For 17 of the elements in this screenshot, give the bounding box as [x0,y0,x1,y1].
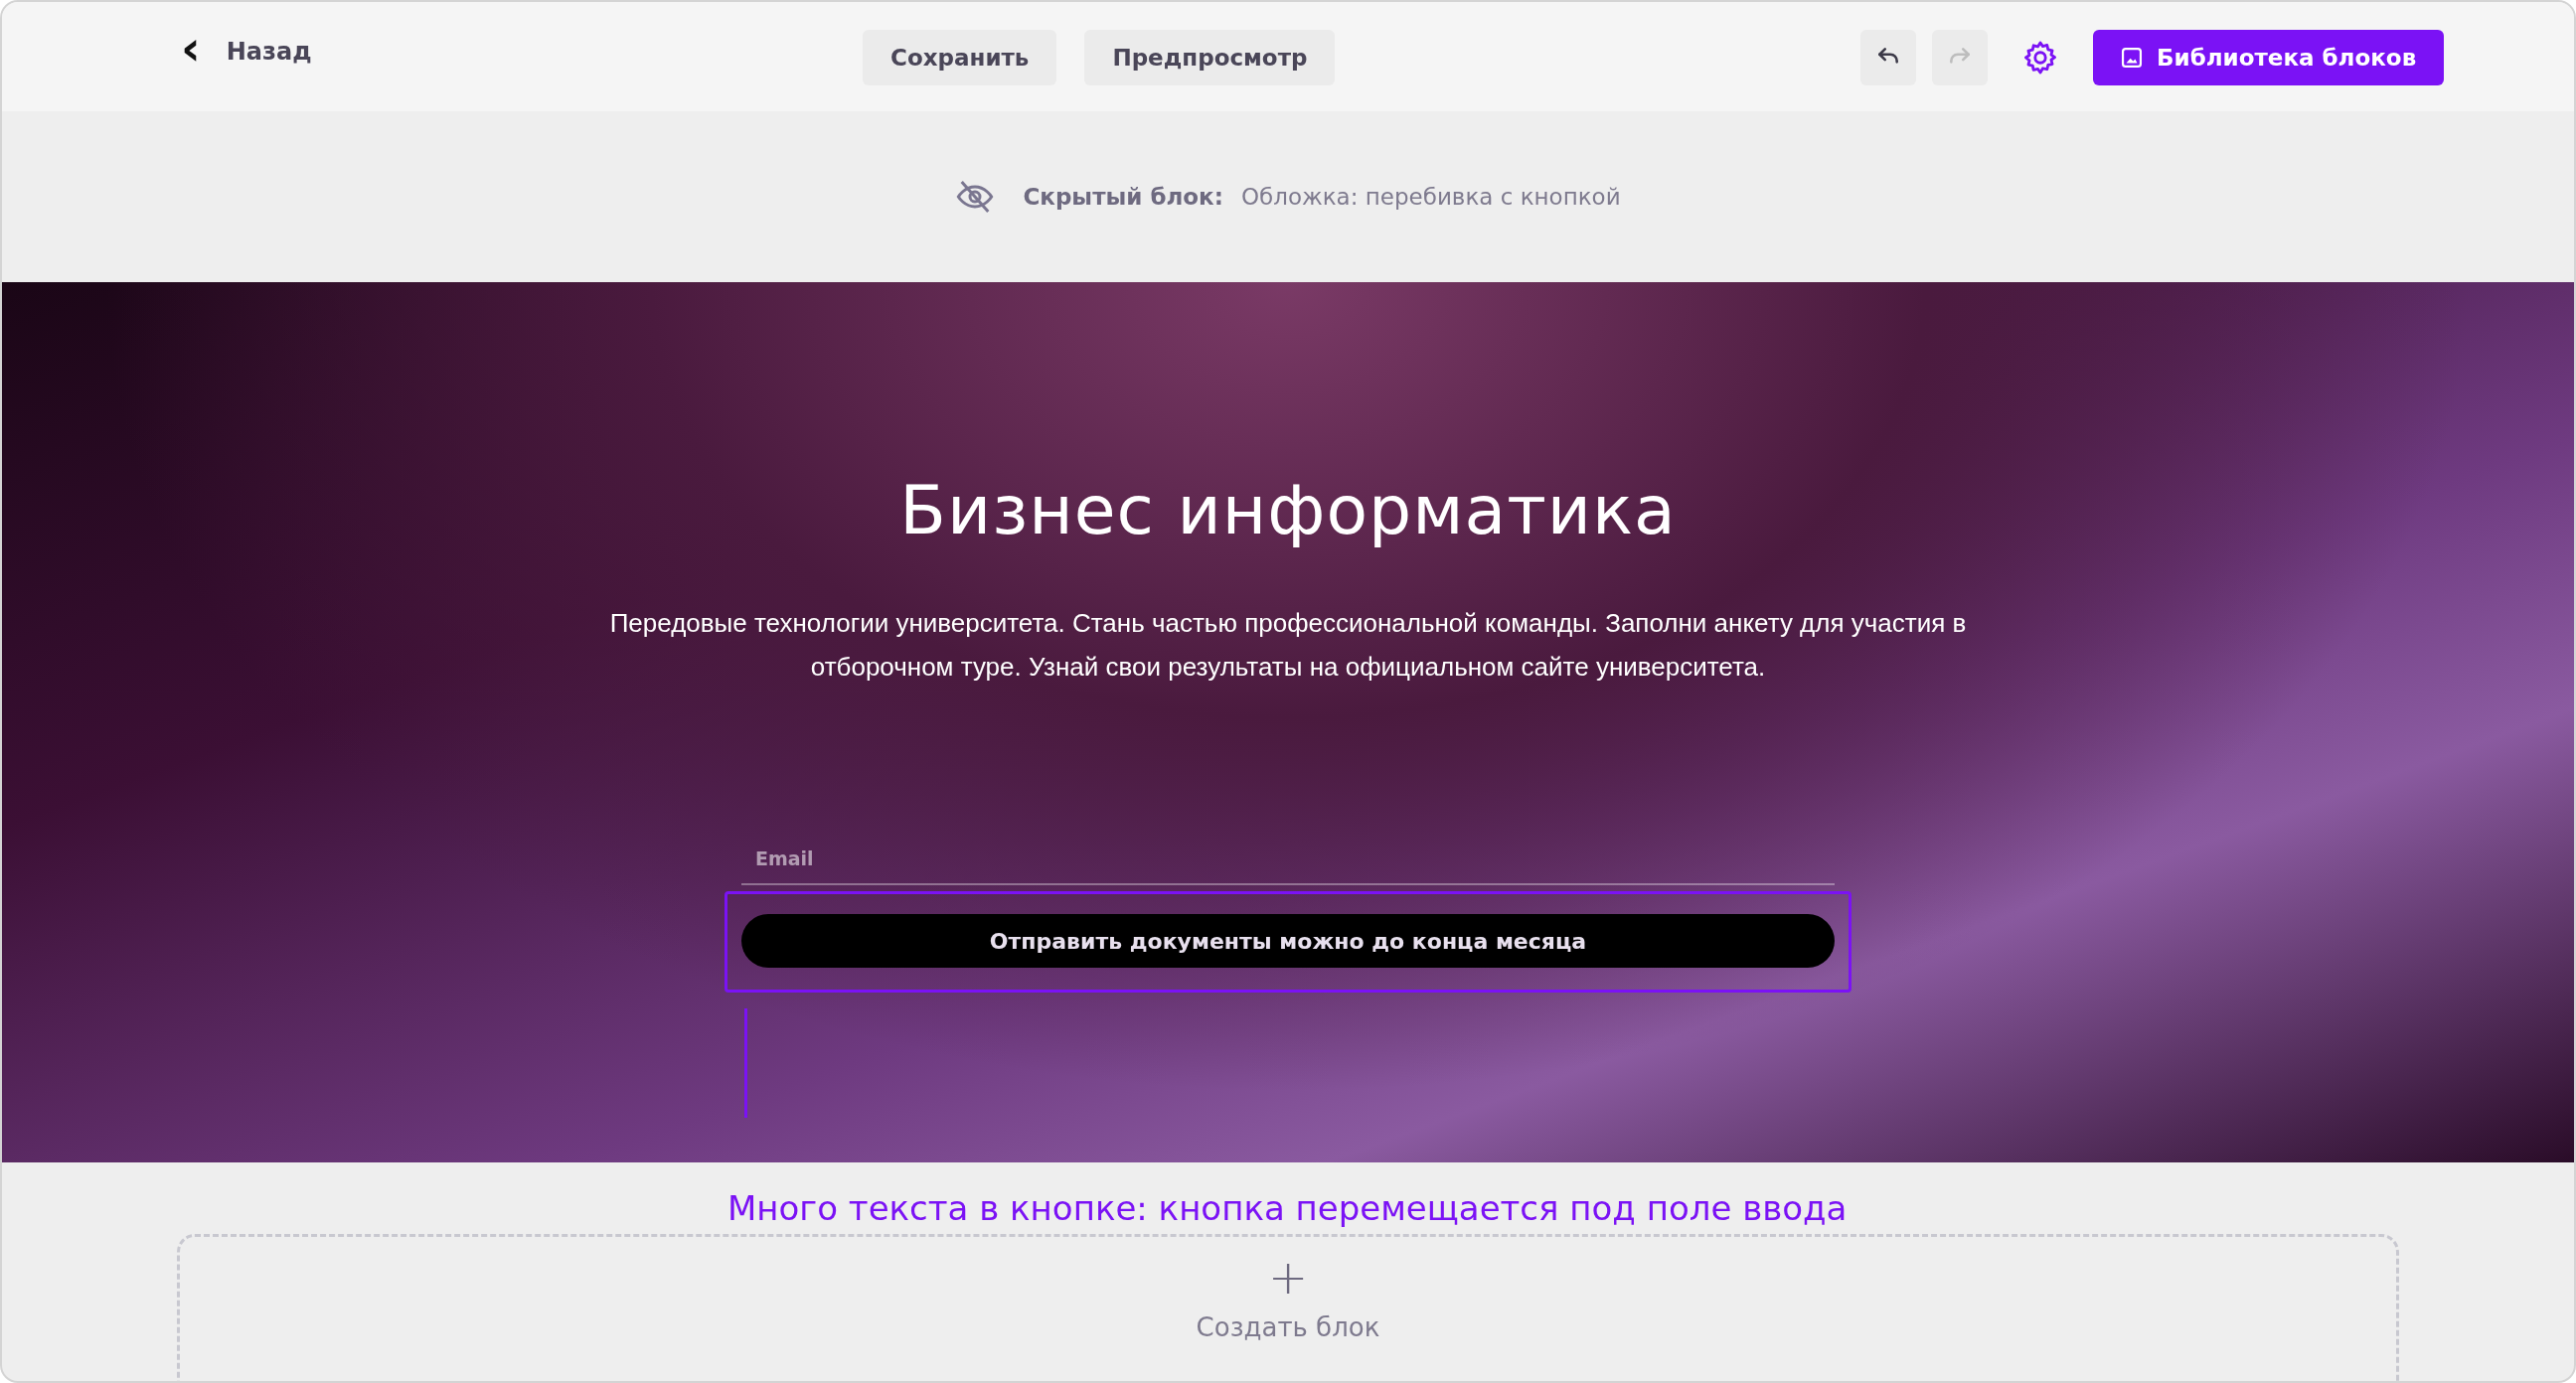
hidden-block-label: Скрытый блок: [1023,184,1223,210]
hero-subtitle: Передовые технологии университета. Стань частью профессиональной команды. Заполни анкету для участия в отборочном туре. Узнай свои результаты на официальном сайте университета. [608,607,1968,684]
toolbar-button[interactable]: Сохранить [863,30,1057,85]
create-block-area[interactable]: + Создать блок [177,1234,2399,1381]
hero-title: Бизнес информатика [899,471,1677,549]
plus-icon: + [1267,1253,1309,1301]
submit-button[interactable]: Отправить документы можно до конца месяца [741,914,1835,968]
create-block-label: Создать блок [1196,1312,1380,1342]
back-button[interactable]: ‹ Назад [181,32,312,72]
block-library-button[interactable]: Библиотека блоков [2093,30,2445,85]
toolbar-button[interactable]: Предпросмотр [1084,30,1336,85]
email-field[interactable]: Email [741,847,1835,885]
image-icon [2121,47,2143,69]
annotation-text: Много текста в кнопке: кнопка перемещается под поле ввода [727,1188,1848,1228]
undo-button[interactable] [1860,30,1916,85]
hidden-block-name: Обложка: перебивка с кнопкой [1240,184,1621,210]
settings-icon[interactable] [2021,39,2059,77]
